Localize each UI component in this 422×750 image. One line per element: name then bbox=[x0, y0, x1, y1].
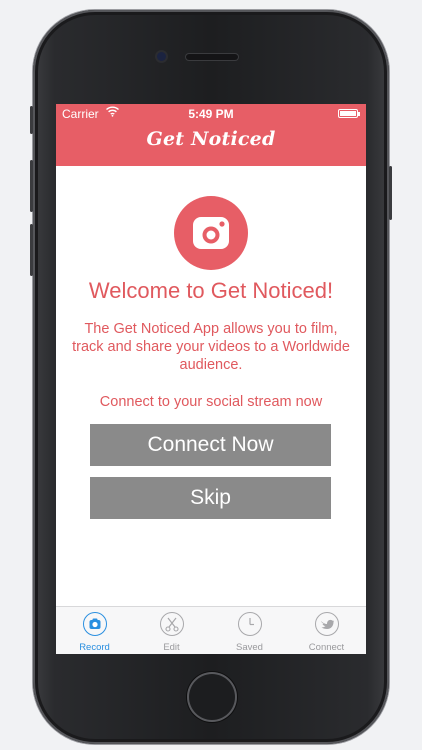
clock-icon bbox=[238, 612, 262, 636]
tab-edit-label: Edit bbox=[163, 642, 180, 653]
tab-edit[interactable]: Edit bbox=[133, 607, 210, 654]
scissors-icon bbox=[160, 612, 184, 636]
mute-switch bbox=[30, 106, 33, 134]
volume-up-button bbox=[30, 160, 33, 212]
app-screen: Carrier 5:49 PM Get Noticed Welcome to G… bbox=[56, 104, 366, 654]
welcome-heading: Welcome to Get Noticed! bbox=[88, 278, 334, 303]
tab-connect-label: Connect bbox=[308, 642, 345, 653]
home-button[interactable] bbox=[187, 672, 237, 722]
tab-record[interactable]: Record bbox=[56, 607, 133, 654]
battery-icon bbox=[338, 109, 360, 118]
camera-logo-icon bbox=[174, 196, 248, 270]
volume-down-button bbox=[30, 224, 33, 276]
tab-saved[interactable]: Saved bbox=[211, 607, 288, 654]
status-time: 5:49 PM bbox=[188, 107, 234, 121]
page-title: Get Noticed bbox=[146, 128, 276, 150]
power-button bbox=[389, 166, 392, 220]
front-camera bbox=[157, 52, 166, 61]
app-description: The Get Noticed App allows you to film, … bbox=[72, 321, 350, 373]
status-bar: Carrier 5:49 PM bbox=[56, 104, 366, 124]
tab-connect[interactable]: Connect bbox=[288, 607, 365, 654]
skip-button[interactable]: Skip bbox=[90, 477, 331, 519]
twitter-bird-icon bbox=[315, 612, 339, 636]
connect-prompt: Connect to your social stream now bbox=[99, 394, 323, 410]
earpiece-speaker bbox=[186, 54, 238, 60]
tab-bar: Record Edit Saved Connect bbox=[56, 606, 366, 654]
tab-saved-label: Saved bbox=[236, 642, 263, 653]
app-header: Carrier 5:49 PM Get Noticed bbox=[56, 104, 366, 166]
connect-now-button[interactable]: Connect Now bbox=[90, 424, 331, 466]
camera-icon bbox=[83, 612, 107, 636]
tab-record-label: Record bbox=[79, 642, 110, 653]
